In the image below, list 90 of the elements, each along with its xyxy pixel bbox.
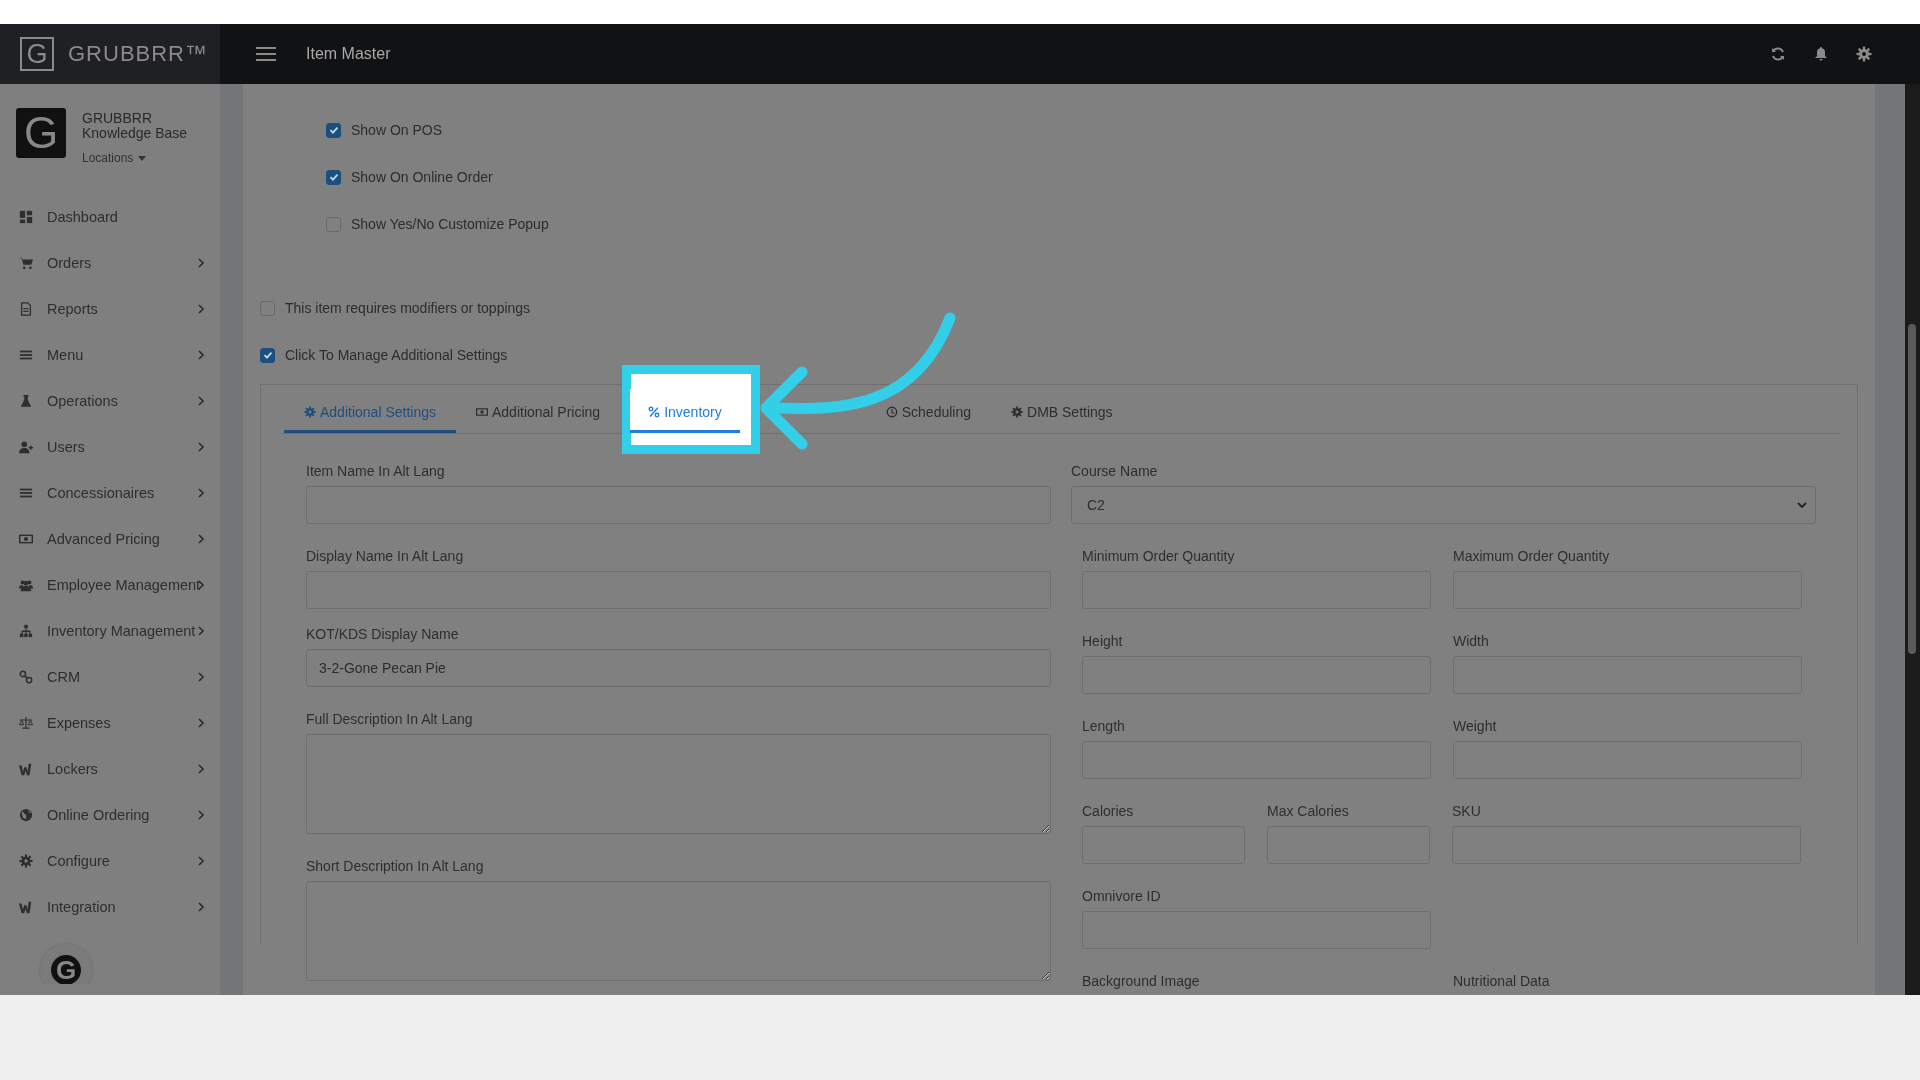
field-label: KOT/KDS Display Name <box>306 626 460 642</box>
sidebar-item[interactable]: Inventory Management <box>47 623 196 639</box>
globe-icon <box>19 808 33 822</box>
account-logo: G <box>16 108 66 158</box>
sidebar-item[interactable]: Reports <box>47 301 98 317</box>
field-label: Weight <box>1453 718 1498 734</box>
sidebar-item[interactable]: Advanced Pricing <box>47 531 160 547</box>
users-icon <box>19 578 33 592</box>
hierarchy-icon <box>19 624 33 638</box>
input-field[interactable]: 3-2-Gone Pecan Pie <box>306 649 1051 687</box>
checkbox[interactable] <box>326 122 341 138</box>
sidebar-item[interactable]: Lockers <box>47 761 98 777</box>
percent-icon <box>648 405 661 418</box>
field-label: Maximum Order Quantity <box>1453 548 1611 564</box>
sidebar-item[interactable]: Employee Management <box>47 577 201 593</box>
checkbox-label: This item requires modifiers or toppings <box>285 300 531 316</box>
sidebar-item[interactable]: Expenses <box>47 715 111 731</box>
checkbox-label: Show On Online Order <box>351 169 493 185</box>
field-label: Calories <box>1082 803 1135 819</box>
tab[interactable]: Inventory <box>630 389 740 433</box>
sidebar-item[interactable]: Operations <box>47 393 118 409</box>
chevron-down-icon <box>1797 502 1807 508</box>
field-label: Width <box>1453 633 1490 649</box>
sidebar-item[interactable]: Integration <box>47 899 116 915</box>
field-label: Minimum Order Quantity <box>1082 548 1236 564</box>
document-icon <box>19 302 33 316</box>
field-label: Item Name In Alt Lang <box>306 463 446 479</box>
tab[interactable]: Additional Pricing <box>455 389 621 433</box>
text-area[interactable] <box>306 734 1051 834</box>
money-icon <box>475 405 488 418</box>
gear-icon <box>304 405 316 418</box>
dashboard-icon <box>19 210 33 224</box>
money-icon <box>19 532 33 546</box>
list-icon <box>19 348 33 362</box>
bottom-logo: G <box>40 944 92 984</box>
list-icon <box>19 486 33 500</box>
refresh-icon[interactable] <box>1770 46 1786 62</box>
checkmark-icon <box>327 124 340 136</box>
user-add-icon <box>19 440 33 454</box>
sidebar-item[interactable]: Menu <box>47 347 84 363</box>
checkmark-icon <box>327 171 340 183</box>
notification-bell-icon[interactable] <box>1813 46 1829 62</box>
checkbox-label: Click To Manage Additional Settings <box>285 347 508 363</box>
checkbox[interactable] <box>326 169 341 185</box>
sidebar-item[interactable]: Configure <box>47 853 110 869</box>
settings-icon[interactable] <box>1856 46 1872 62</box>
tab[interactable]: Scheduling <box>865 389 991 433</box>
text-area[interactable] <box>306 881 1051 981</box>
logo-mark: G <box>20 37 54 71</box>
scale-icon <box>19 716 33 730</box>
clock-icon <box>885 405 898 418</box>
checkbox[interactable] <box>260 347 275 363</box>
field-label: Course Name <box>1071 463 1159 479</box>
field-label: SKU <box>1452 803 1482 819</box>
sidebar-item[interactable]: CRM <box>47 669 81 685</box>
field-label: Display Name In Alt Lang <box>306 548 465 564</box>
cart-icon <box>19 256 33 270</box>
checkmark-icon <box>261 349 274 361</box>
gear-icon <box>19 854 33 868</box>
sidebar-item[interactable]: Concessionaires <box>47 485 155 501</box>
account-name: GRUBBRR <box>82 111 153 126</box>
field-label: Height <box>1082 633 1124 649</box>
flask-icon <box>19 394 33 408</box>
field-label: Background Image <box>1082 973 1201 989</box>
caret-icon <box>138 155 147 161</box>
sidebar-item[interactable]: Orders <box>47 255 92 271</box>
sidebar-item[interactable]: Dashboard <box>47 209 118 225</box>
logo-text: GRUBBRR™ <box>68 41 208 67</box>
page-title: Item Master <box>306 45 391 63</box>
checkbox-label: Show Yes/No Customize Popup <box>351 216 549 232</box>
link-icon <box>19 670 33 684</box>
menu-icon[interactable] <box>256 47 276 61</box>
w-logo-icon <box>19 762 33 776</box>
checkbox-label: Show On POS <box>351 122 443 138</box>
account-subtitle: Knowledge Base <box>82 126 188 141</box>
locations-dropdown[interactable]: Locations <box>82 151 147 165</box>
scrollbar[interactable] <box>1905 84 1920 995</box>
field-label: Length <box>1082 718 1126 734</box>
field-label: Full Description In Alt Lang <box>306 711 474 727</box>
field-label: Max Calories <box>1267 803 1350 819</box>
gear-icon <box>1011 405 1023 418</box>
course-select[interactable]: C2 <box>1071 486 1816 524</box>
field-label: Omnivore ID <box>1082 888 1162 904</box>
field-label: Nutritional Data <box>1453 973 1551 989</box>
tab[interactable]: Additional Settings <box>284 389 456 433</box>
tab[interactable]: DMB Settings <box>991 389 1133 433</box>
w-logo-icon <box>19 900 33 914</box>
field-label: Short Description In Alt Lang <box>306 858 485 874</box>
sidebar-item[interactable]: Online Ordering <box>47 807 150 823</box>
sidebar-item[interactable]: Users <box>47 439 85 455</box>
